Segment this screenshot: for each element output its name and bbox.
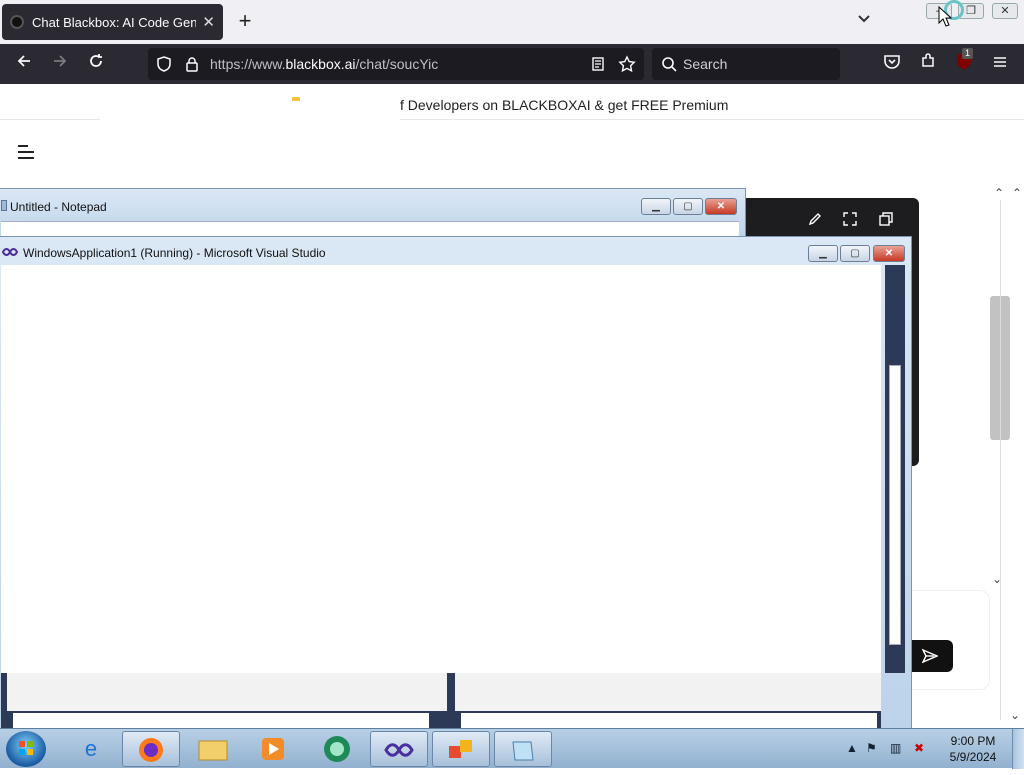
- star-icon[interactable]: [618, 55, 636, 73]
- edit-button[interactable]: [805, 212, 825, 230]
- file-explorer-taskbar-icon[interactable]: [184, 731, 242, 767]
- vs-output-pane[interactable]: [7, 673, 447, 711]
- vs-minimize-button[interactable]: ▁: [808, 245, 838, 262]
- clock-date: 5/9/2024: [949, 750, 997, 764]
- system-clock[interactable]: 9:00 PM 5/9/2024: [940, 733, 1006, 765]
- vs-editor-area[interactable]: [1, 265, 881, 673]
- browser-tab-strip: Chat Blackbox: AI Code Genera ✕ + – ❐ ✕: [0, 0, 1024, 44]
- show-hidden-icons-button[interactable]: ▲: [846, 741, 858, 755]
- app-taskbar-icon[interactable]: [308, 731, 366, 767]
- site-favicon-icon: [10, 15, 24, 29]
- vs-error-content: [461, 713, 877, 729]
- visual-studio-icon: [2, 248, 18, 256]
- page-scrollbar[interactable]: ⌃ ⌃ ⌄ ⌄: [990, 186, 1022, 726]
- vs-close-button[interactable]: ✕: [873, 245, 905, 262]
- tab-close-icon[interactable]: ✕: [202, 13, 215, 31]
- office-taskbar-icon[interactable]: [432, 731, 490, 767]
- expand-icon: [843, 212, 857, 226]
- lock-icon[interactable]: [184, 56, 200, 72]
- new-tab-button[interactable]: +: [232, 8, 258, 36]
- sidebar-toggle-button[interactable]: [17, 144, 35, 160]
- media-player-taskbar-icon[interactable]: [244, 731, 302, 767]
- shield-icon[interactable]: [156, 56, 172, 72]
- forward-button[interactable]: [48, 52, 72, 76]
- notepad-taskbar-icon[interactable]: [494, 731, 552, 767]
- notepad-icon: [1, 200, 7, 211]
- edit-icon: [808, 213, 821, 226]
- volume-muted-icon[interactable]: ✖: [914, 741, 924, 755]
- internet-explorer-taskbar-icon[interactable]: e: [62, 731, 120, 767]
- vs-maximize-button[interactable]: ▢: [840, 245, 870, 262]
- search-box[interactable]: Search: [652, 48, 840, 80]
- extensions-button[interactable]: [916, 52, 940, 76]
- taskbar: e ▲ ⚑ ▥ ✖ 9:00 PM 5/9/2024: [0, 728, 1024, 769]
- visual-studio-title: WindowsApplication1 (Running) - Microsof…: [23, 246, 326, 260]
- ublock-extension-button[interactable]: 1: [952, 48, 976, 76]
- expand-button[interactable]: [840, 212, 860, 230]
- notepad-text-area[interactable]: [1, 221, 739, 237]
- browser-toolbar: https://www.blackbox.ai/chat/soucYic Sea…: [0, 44, 1024, 84]
- scroll-track: [1000, 200, 1001, 720]
- scroll-up-icon[interactable]: ⌃: [1012, 186, 1022, 200]
- vs-bottom-panes: [1, 673, 881, 729]
- pocket-icon: [884, 55, 900, 69]
- browser-tab[interactable]: Chat Blackbox: AI Code Genera ✕: [2, 4, 223, 40]
- url-domain: blackbox.ai: [285, 56, 356, 72]
- extensions-icon: [922, 53, 934, 67]
- url-path: /chat/soucYic: [355, 56, 439, 72]
- show-desktop-button[interactable]: [1012, 729, 1024, 769]
- vs-scrollbar[interactable]: [889, 365, 901, 645]
- send-icon: [921, 648, 939, 664]
- reload-button[interactable]: [84, 52, 108, 76]
- forward-icon: [54, 55, 67, 67]
- blank-overlay: [100, 98, 400, 186]
- pocket-button[interactable]: [880, 52, 904, 76]
- mouse-cursor-icon: [938, 6, 952, 27]
- search-icon: [662, 57, 677, 72]
- extension-badge: 1: [962, 48, 974, 59]
- action-center-flag-icon[interactable]: ⚑: [866, 741, 877, 755]
- back-icon: [17, 55, 30, 67]
- search-placeholder: Search: [683, 56, 728, 72]
- notepad-maximize-button[interactable]: ▢: [673, 198, 703, 215]
- visual-studio-window[interactable]: WindowsApplication1 (Running) - Microsof…: [0, 236, 912, 730]
- promo-banner-text: f Developers on BLACKBOXAI & get FREE Pr…: [400, 97, 729, 113]
- address-bar[interactable]: https://www.blackbox.ai/chat/soucYic: [148, 48, 644, 80]
- send-button[interactable]: [906, 640, 953, 672]
- scroll-down-icon[interactable]: ⌄: [1010, 708, 1020, 722]
- back-button[interactable]: [12, 52, 36, 76]
- notepad-window[interactable]: Untitled - Notepad ▁ ▢ ✕: [0, 188, 746, 240]
- tab-list-chevron-icon[interactable]: [852, 10, 876, 34]
- copy-icon: [879, 212, 893, 226]
- app-menu-button[interactable]: [988, 52, 1012, 76]
- visual-studio-taskbar-icon[interactable]: [370, 731, 428, 767]
- vs-side-strip: [885, 265, 905, 673]
- network-icon[interactable]: ▥: [890, 741, 901, 755]
- scroll-up-icon[interactable]: ⌃: [994, 186, 1004, 200]
- url-prefix: https://www.: [210, 56, 286, 72]
- tab-title: Chat Blackbox: AI Code Genera: [32, 14, 197, 30]
- notepad-minimize-button[interactable]: ▁: [641, 198, 671, 215]
- copy-button[interactable]: [876, 212, 896, 230]
- menu-icon: [994, 57, 1006, 67]
- notepad-close-button[interactable]: ✕: [705, 198, 737, 215]
- close-window-button[interactable]: ✕: [992, 3, 1018, 19]
- clock-time: 9:00 PM: [950, 734, 996, 748]
- vs-error-pane[interactable]: [455, 673, 881, 711]
- reload-icon: [90, 54, 102, 67]
- hamburger-icon: [18, 145, 34, 159]
- start-button[interactable]: [6, 731, 46, 767]
- windows-logo-icon: [19, 741, 33, 755]
- reader-icon[interactable]: [590, 56, 606, 72]
- url-text[interactable]: https://www.blackbox.ai/chat/soucYic: [210, 56, 438, 72]
- firefox-taskbar-icon[interactable]: [122, 731, 180, 767]
- notepad-title: Untitled - Notepad: [10, 200, 107, 214]
- vs-output-content: [13, 713, 429, 729]
- banner-emoji-fragment: [292, 97, 300, 101]
